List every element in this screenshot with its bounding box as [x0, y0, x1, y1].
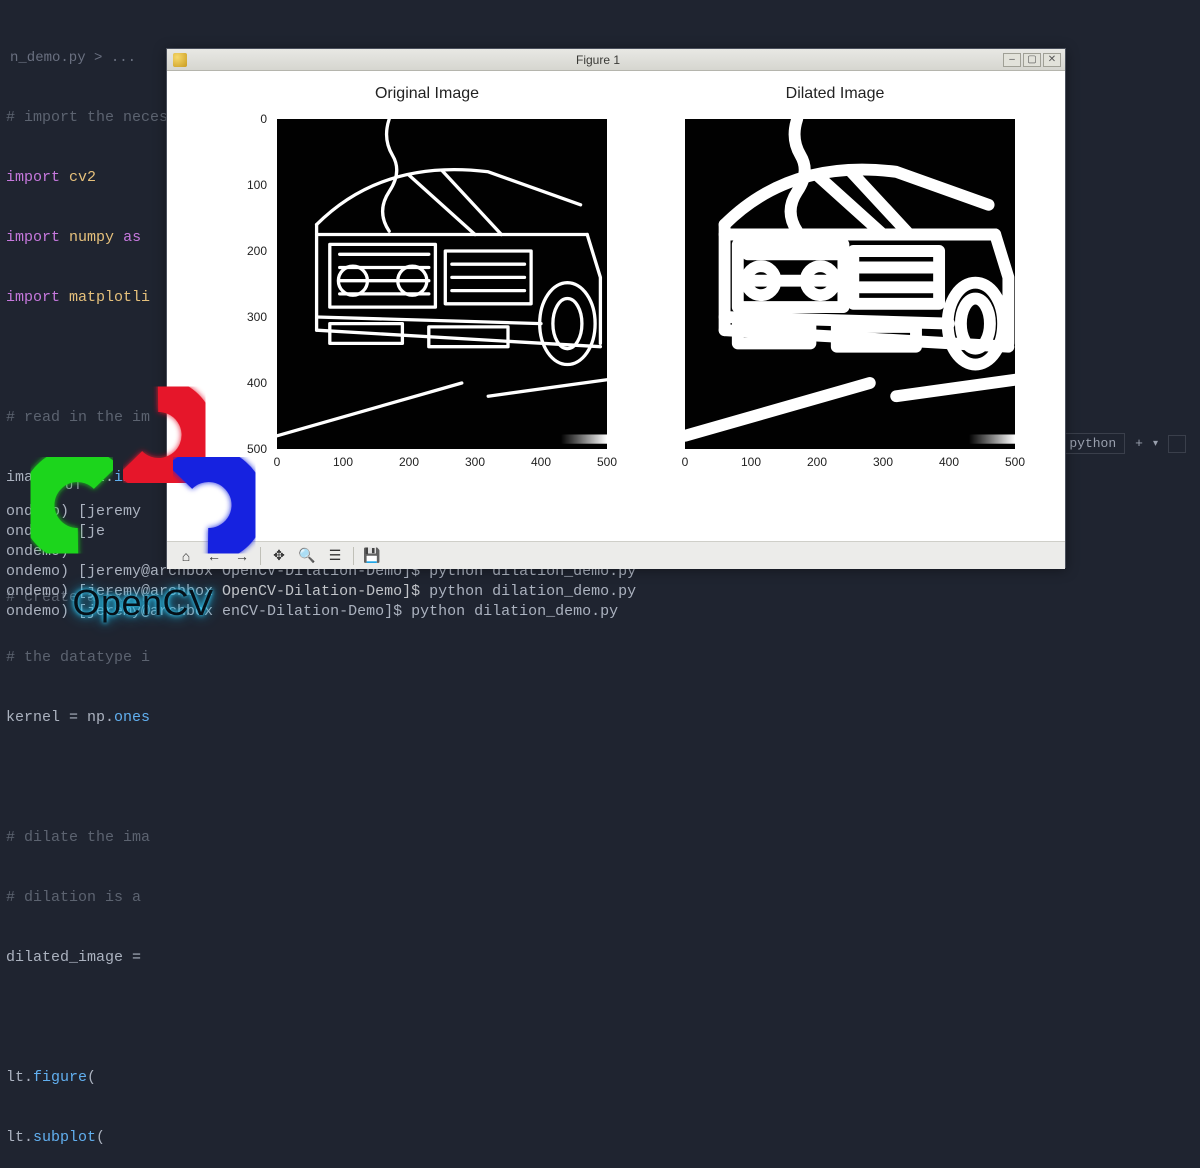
subplot-title: Dilated Image: [645, 85, 1025, 103]
back-icon[interactable]: ←: [201, 545, 227, 567]
plus-icon[interactable]: +: [1135, 436, 1143, 451]
y-axis-ticks: 0 100 200 300 400 500: [237, 119, 273, 449]
pan-icon[interactable]: ✥: [266, 545, 292, 567]
car-dilated-svg: [685, 119, 1015, 449]
save-icon[interactable]: 💾: [359, 545, 385, 567]
forward-icon[interactable]: →: [229, 545, 255, 567]
subplot-title: Original Image: [237, 85, 617, 103]
subplot-dilated: Dilated Image: [645, 109, 1025, 509]
x-axis-ticks: 0 100 200 300 400 500: [277, 453, 607, 473]
chevron-down-icon[interactable]: ▾: [1153, 438, 1158, 450]
toolbar-separator: [353, 547, 354, 565]
home-icon[interactable]: ⌂: [173, 545, 199, 567]
matplotlib-toolbar: ⌂ ← → ✥ 🔍 ☰ 💾: [167, 541, 1065, 569]
window-titlebar[interactable]: Figure 1 – ▢ ✕: [167, 49, 1065, 71]
car-edges-svg: [277, 119, 607, 449]
editor-right-widgets: ▷ python + ▾: [1047, 433, 1186, 454]
figure-window: Figure 1 – ▢ ✕ Original Image 0 100 200 …: [166, 48, 1066, 568]
plot-image-dilated: [685, 119, 1015, 449]
toolbar-separator: [260, 547, 261, 565]
minimize-button[interactable]: –: [1003, 53, 1021, 67]
zoom-icon[interactable]: 🔍: [294, 545, 320, 567]
configure-icon[interactable]: ☰: [322, 545, 348, 567]
maximize-panel-icon[interactable]: [1168, 435, 1186, 453]
kernel-label: python: [1069, 436, 1116, 451]
window-app-icon: [173, 53, 187, 67]
figure-canvas: Original Image 0 100 200 300 400 500: [167, 71, 1065, 541]
x-axis-ticks: 0 100 200 300 400 500: [685, 453, 1015, 473]
maximize-button[interactable]: ▢: [1023, 53, 1041, 67]
plot-image-original: [277, 119, 607, 449]
window-title: Figure 1: [193, 53, 1003, 67]
subplot-original: Original Image 0 100 200 300 400 500: [237, 109, 617, 509]
close-button[interactable]: ✕: [1043, 53, 1061, 67]
